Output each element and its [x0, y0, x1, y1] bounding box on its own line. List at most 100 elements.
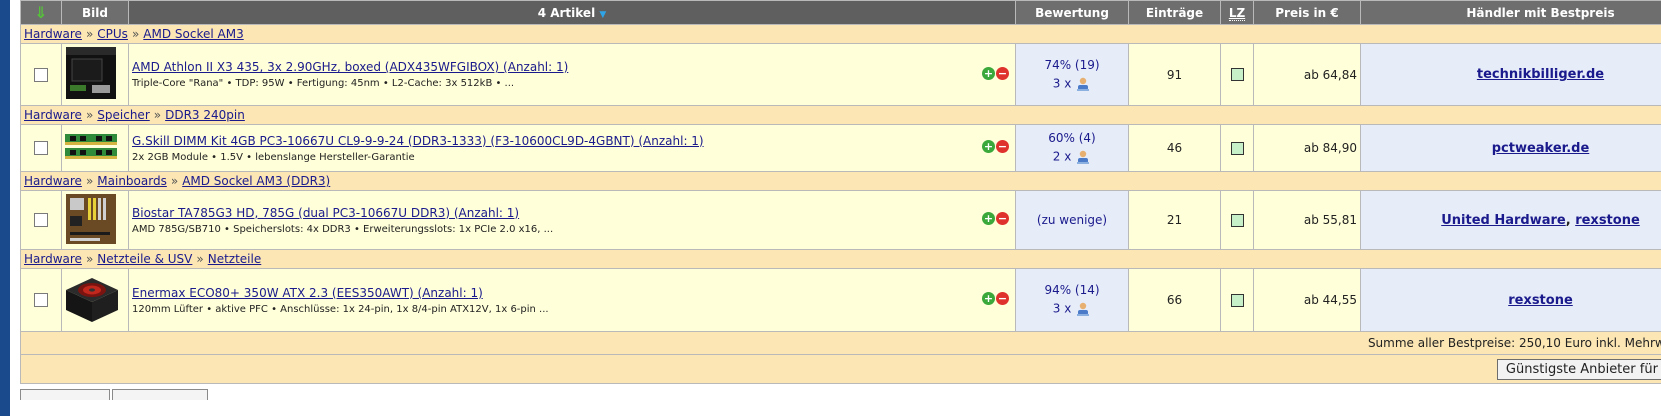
- user-review-icon[interactable]: [1075, 149, 1091, 165]
- select-cell: [20, 43, 62, 106]
- header-preis[interactable]: Preis in €: [1253, 0, 1361, 25]
- rating-count: 3 x: [1017, 301, 1128, 317]
- psu-image[interactable]: [62, 272, 120, 326]
- breadcrumb-link[interactable]: AMD Sockel AM3 (DDR3): [182, 174, 330, 188]
- breadcrumb-link[interactable]: Netzteile & USV: [97, 252, 192, 266]
- product-name-link[interactable]: Biostar TA785G3 HD, 785G (dual PC3-10667…: [132, 206, 1015, 220]
- lz-indicator: [1230, 213, 1244, 227]
- mainboard-image[interactable]: [62, 192, 120, 246]
- breadcrumb-link[interactable]: AMD Sockel AM3: [143, 27, 243, 41]
- header-lz[interactable]: LZ: [1220, 0, 1254, 25]
- minus-icon[interactable]: −: [996, 212, 1009, 225]
- dealer-link[interactable]: pctweaker.de: [1492, 141, 1590, 156]
- breadcrumb-link[interactable]: Hardware: [24, 108, 82, 122]
- lz-cell: [1220, 43, 1254, 106]
- breadcrumb-separator: »: [85, 108, 94, 122]
- plus-icon[interactable]: +: [982, 66, 995, 80]
- breadcrumb-separator: »: [170, 174, 179, 188]
- breadcrumb-separator: »: [85, 252, 94, 266]
- rating-link[interactable]: 94% (14): [1044, 283, 1099, 297]
- breadcrumb-separator: »: [196, 252, 204, 266]
- rating-status: (zu wenige): [1036, 213, 1108, 227]
- breadcrumb-row: Hardware» Netzteile & USV» Netzteile: [20, 249, 1661, 269]
- rating-count: 3 x: [1017, 76, 1128, 92]
- plus-icon[interactable]: +: [982, 292, 995, 305]
- price: ab 64,84: [1253, 43, 1361, 106]
- product-info-cell: AMD Athlon II X3 435, 3x 2.90GHz, boxed …: [128, 43, 1016, 106]
- dealer-link[interactable]: rexstone: [1508, 293, 1573, 308]
- breadcrumb-link[interactable]: Hardware: [24, 27, 82, 41]
- button-cell: Günstigste Anbieter für alle Artikel: [20, 354, 1661, 384]
- user-review-icon[interactable]: [1075, 301, 1091, 317]
- arrow-down-icon[interactable]: ⇓: [34, 3, 47, 22]
- breadcrumb-separator: »: [85, 27, 94, 41]
- minus-icon[interactable]: −: [996, 66, 1009, 80]
- breadcrumb-row: Hardware» Mainboards» AMD Sockel AM3 (DDR3…: [20, 171, 1661, 191]
- bottom-tab[interactable]: [20, 389, 110, 400]
- product-name-link[interactable]: AMD Athlon II X3 435, 3x 2.90GHz, boxed …: [132, 60, 1015, 74]
- image-cell: [61, 268, 129, 332]
- sum-cell: Summe aller Bestpreise: 250,10 Euro inkl…: [20, 331, 1661, 355]
- header-artikel[interactable]: 4 Artikel ▼: [128, 0, 1016, 25]
- product-name-link[interactable]: G.Skill DIMM Kit 4GB PC3-10667U CL9-9-9-…: [132, 134, 1015, 148]
- breadcrumb-row: Hardware» Speicher» DDR3 240pin: [20, 105, 1661, 125]
- product-info-cell: G.Skill DIMM Kit 4GB PC3-10667U CL9-9-9-…: [128, 124, 1016, 172]
- breadcrumb-link[interactable]: Speicher: [97, 108, 149, 122]
- dealer-link[interactable]: United Hardware: [1441, 213, 1566, 228]
- sort-desc-icon[interactable]: ▼: [599, 10, 606, 20]
- lz-cell: [1220, 190, 1254, 250]
- breadcrumb-link[interactable]: Mainboards: [97, 174, 167, 188]
- header-lz-label[interactable]: LZ: [1228, 5, 1246, 21]
- breadcrumb-link[interactable]: CPUs: [97, 27, 128, 41]
- cheapest-dealers-button[interactable]: Günstigste Anbieter für alle Artikel: [1496, 358, 1661, 380]
- select-checkbox[interactable]: [34, 141, 48, 155]
- user-review-icon[interactable]: [1075, 76, 1091, 92]
- rating-count-label: 3 x: [1052, 301, 1072, 316]
- breadcrumb-link[interactable]: Netzteile: [208, 252, 262, 266]
- rating-count-label: 3 x: [1052, 76, 1072, 90]
- header-haendler[interactable]: Händler mit Bestpreis: [1360, 0, 1661, 25]
- breadcrumb-link[interactable]: Hardware: [24, 174, 82, 188]
- dealer-link[interactable]: technikbilliger.de: [1477, 67, 1604, 82]
- rating-link[interactable]: 74% (19): [1044, 58, 1099, 72]
- lz-indicator: [1230, 293, 1244, 307]
- minus-icon[interactable]: −: [996, 292, 1009, 305]
- breadcrumb-separator: »: [153, 108, 162, 122]
- rating-cell: 74% (19) 3 x: [1015, 43, 1129, 106]
- product-row: Enermax ECO80+ 350W ATX 2.3 (EES350AWT) …: [20, 268, 1661, 332]
- rating-cell: 60% (4) 2 x: [1015, 124, 1129, 172]
- breadcrumb-link[interactable]: Hardware: [24, 252, 82, 266]
- dealer-cell: United Hardware, rexstone: [1360, 190, 1661, 250]
- dealer-cell: pctweaker.de: [1360, 124, 1661, 172]
- select-cell: [20, 268, 62, 332]
- sum-text: Summe aller Bestpreise: 250,10 Euro inkl…: [1367, 336, 1661, 350]
- header-eintraege[interactable]: Einträge: [1128, 0, 1221, 25]
- plus-icon[interactable]: +: [982, 140, 995, 153]
- product-row: G.Skill DIMM Kit 4GB PC3-10667U CL9-9-9-…: [20, 124, 1661, 172]
- price: ab 55,81: [1253, 190, 1361, 250]
- product-description: AMD 785G/SB710 • Speicherslots: 4x DDR3 …: [132, 223, 554, 235]
- rating-count-label: 2 x: [1052, 149, 1072, 164]
- header-bewertung[interactable]: Bewertung: [1015, 0, 1129, 25]
- lz-cell: [1220, 268, 1254, 332]
- breadcrumb-separator: »: [131, 27, 140, 41]
- ram-modules-image[interactable]: [62, 130, 120, 164]
- select-all-header[interactable]: ⇓: [20, 0, 62, 25]
- product-name-link[interactable]: Enermax ECO80+ 350W ATX 2.3 (EES350AWT) …: [132, 286, 1015, 300]
- select-checkbox[interactable]: [34, 67, 48, 82]
- dealer-separator: ,: [1565, 212, 1576, 228]
- cpu-box-image[interactable]: [62, 45, 120, 101]
- minus-icon[interactable]: −: [996, 140, 1009, 153]
- select-checkbox[interactable]: [34, 293, 48, 307]
- plus-icon[interactable]: +: [982, 212, 995, 225]
- product-info-cell: Enermax ECO80+ 350W ATX 2.3 (EES350AWT) …: [128, 268, 1016, 332]
- rating-link[interactable]: 60% (4): [1048, 131, 1095, 145]
- header-artikel-label[interactable]: 4 Artikel: [538, 6, 596, 20]
- dealer-link[interactable]: rexstone: [1575, 213, 1640, 228]
- product-list-container: ⇓ Bild 4 Artikel ▼ Bewertung Einträge LZ…: [20, 0, 1661, 416]
- select-checkbox[interactable]: [34, 213, 48, 227]
- breadcrumb-link[interactable]: DDR3 240pin: [165, 108, 245, 122]
- bottom-tab[interactable]: [112, 389, 208, 400]
- breadcrumb: Hardware» CPUs» AMD Sockel AM3: [20, 24, 1661, 44]
- header-bild: Bild: [61, 0, 129, 25]
